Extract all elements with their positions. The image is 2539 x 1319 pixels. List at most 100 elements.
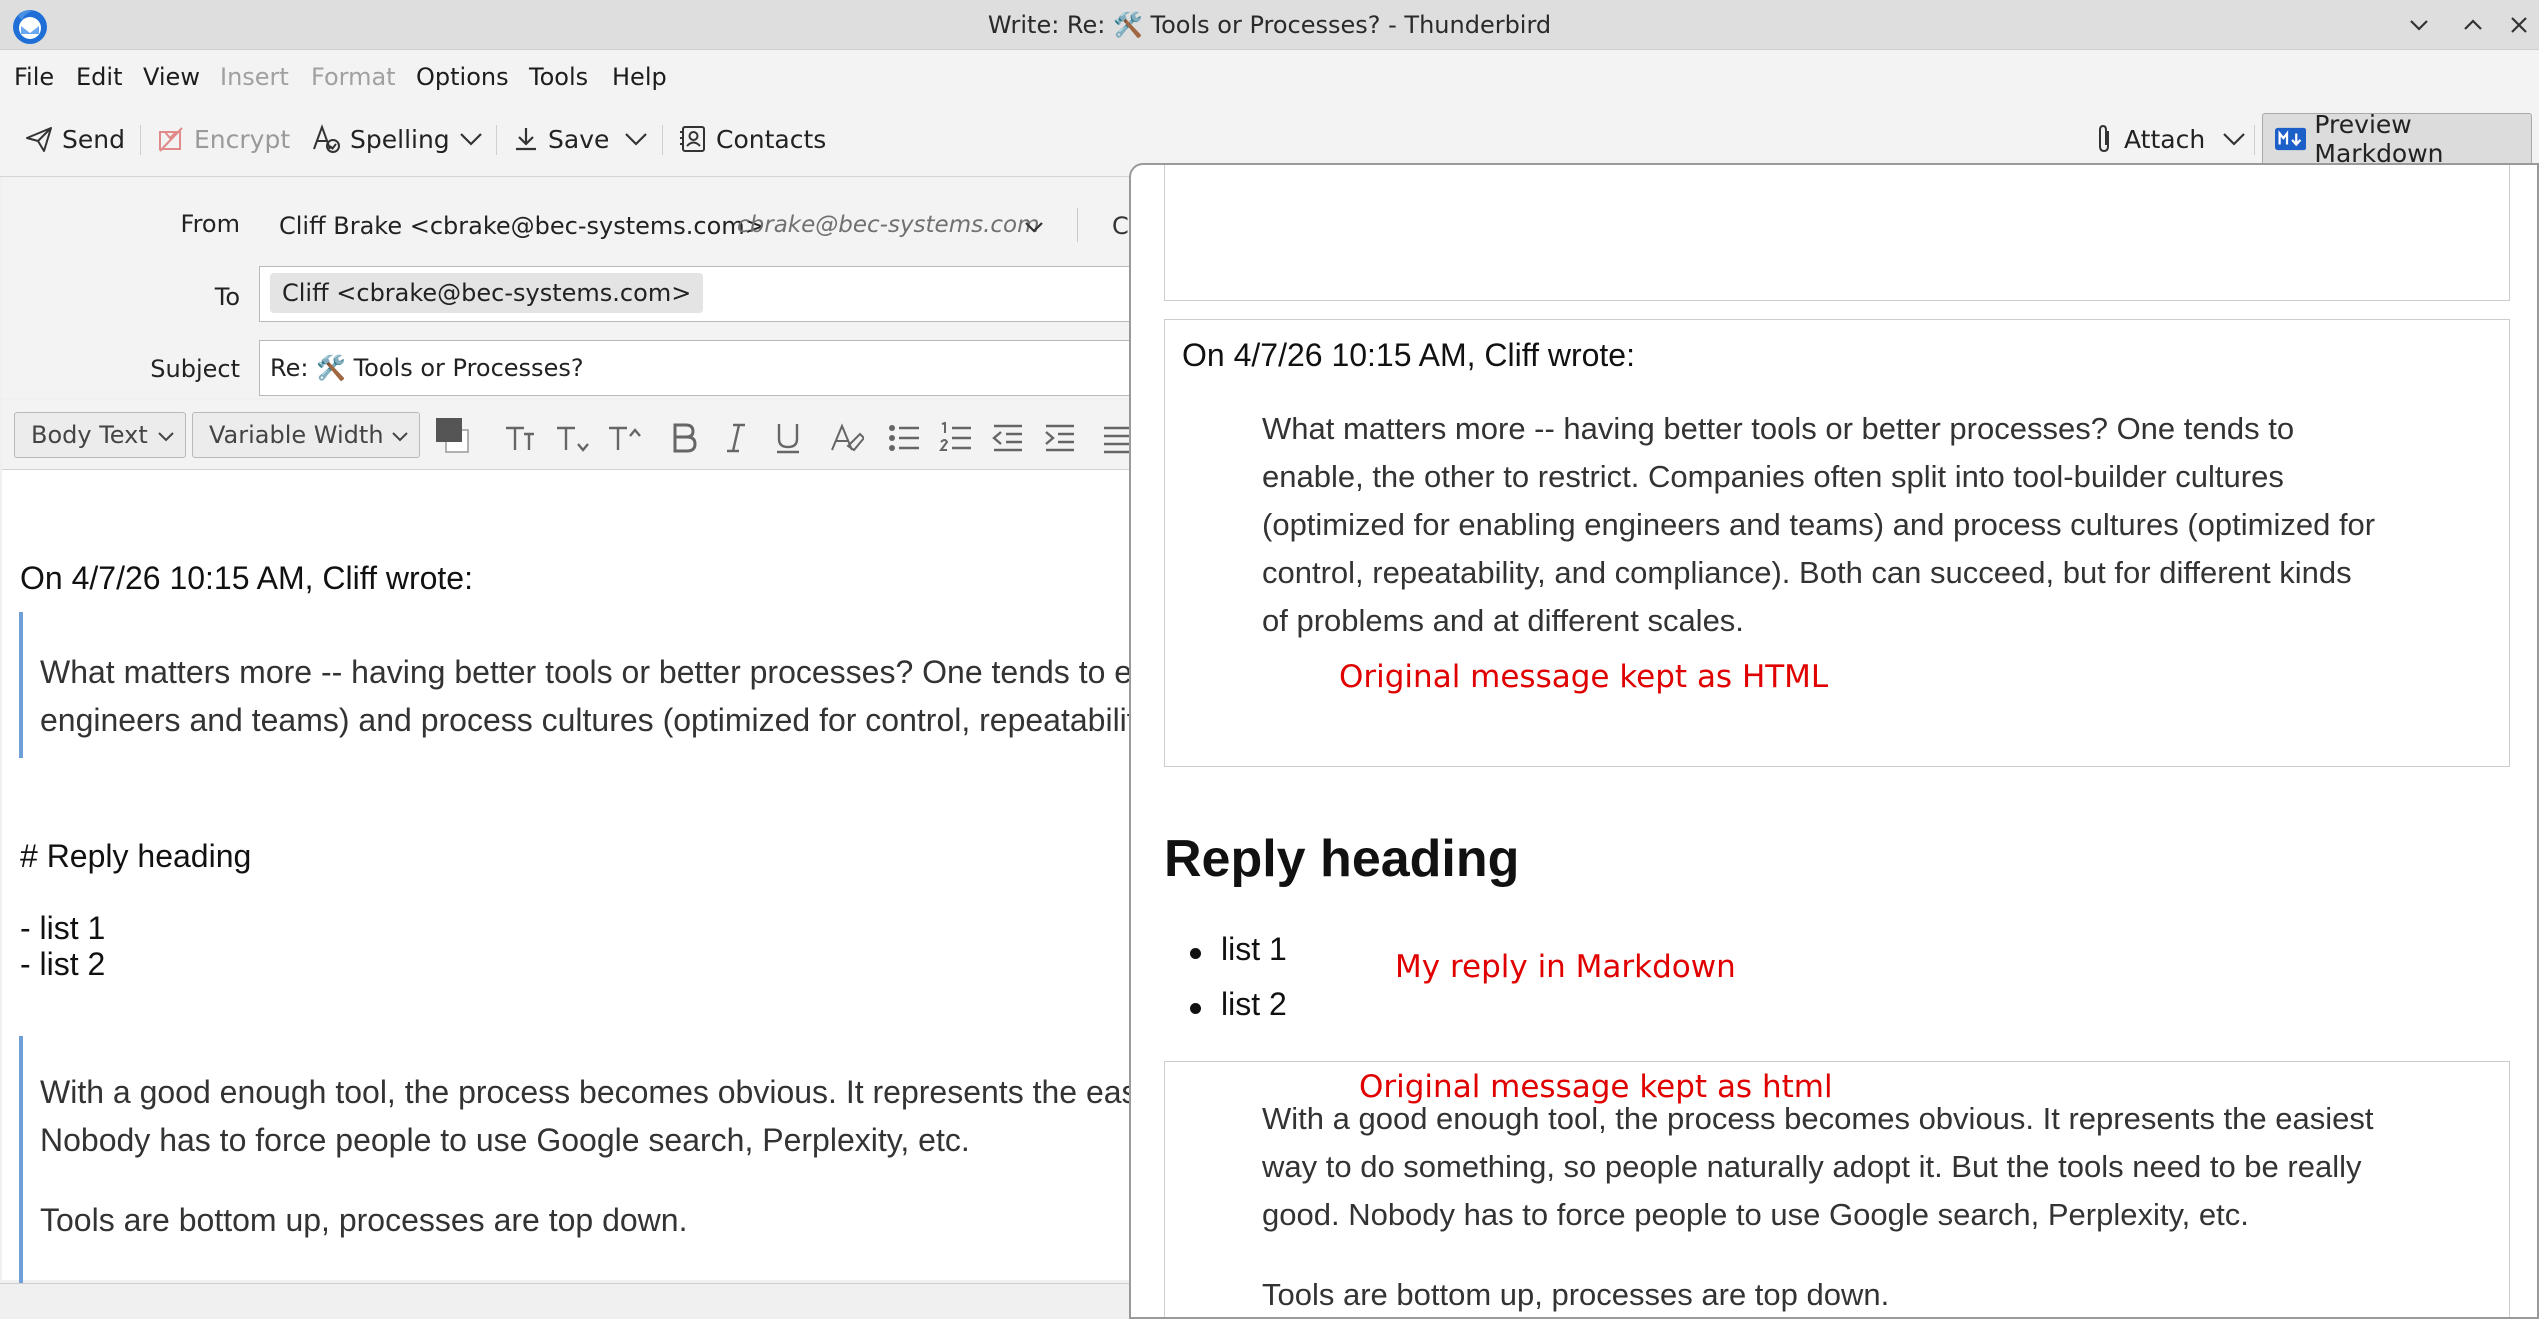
status-bar (0, 1283, 1132, 1319)
body-quote-line: What matters more -- having better tools… (40, 654, 1133, 690)
font-size-reset-icon[interactable] (502, 420, 538, 456)
preview-quote-line: enable, the other to restrict. Companies… (1262, 459, 2284, 494)
format-toolbar: Body Text Variable Width (2, 400, 1132, 470)
paperclip-icon (2099, 124, 2109, 153)
spelling-dropdown-icon[interactable] (455, 121, 487, 157)
markdown-preview-panel: On 4/7/26 10:15 AM, Cliff wrote: What ma… (1129, 163, 2539, 1319)
subject-input[interactable]: Re: 🛠️ Tools or Processes? (270, 354, 584, 382)
send-label: Send (62, 124, 125, 154)
preview-cite-line: On 4/7/26 10:15 AM, Cliff wrote: (1182, 337, 1635, 373)
menu-view[interactable]: View (143, 63, 200, 91)
window-title: Write: Re: 🛠️ Tools or Processes? - Thun… (987, 11, 1552, 39)
encrypt-label: Encrypt (194, 124, 291, 154)
attach-dropdown-icon[interactable] (2218, 121, 2250, 157)
smaller-font-icon[interactable] (554, 420, 590, 456)
menu-edit[interactable]: Edit (76, 63, 122, 91)
preview-quote-line: way to do something, so people naturally… (1262, 1149, 2362, 1184)
toolbar-divider (662, 125, 663, 155)
menu-help[interactable]: Help (612, 63, 667, 91)
contacts-icon (680, 126, 705, 152)
italic-icon[interactable] (718, 420, 754, 456)
bullet-list-icon[interactable] (886, 420, 922, 456)
outdent-icon[interactable] (990, 420, 1026, 456)
save-dropdown-icon[interactable] (620, 121, 652, 157)
from-identity: cbrake@bec-systems.com (737, 212, 1040, 238)
preview-quote-line: of problems and at different scales. (1262, 603, 1744, 638)
save-label: Save (548, 124, 610, 154)
contacts-button[interactable]: Contacts (678, 117, 826, 161)
body-quote-line: Nobody has to force people to use Google… (40, 1122, 970, 1158)
annotation-markdown-note: My reply in Markdown (1395, 949, 1736, 985)
annotation-html-note-2: Original message kept as html (1359, 1069, 1833, 1105)
body-markdown-list-item: - list 2 (20, 946, 106, 982)
recipient-pill[interactable]: Cliff <cbrake@bec-systems.com> (270, 273, 704, 313)
body-cite-line: On 4/7/26 10:15 AM, Cliff wrote: (20, 560, 473, 596)
list-bullet (1190, 1003, 1201, 1014)
chevron-down-icon (392, 432, 408, 442)
preview-quote-line: (optimized for enabling engineers and te… (1262, 507, 2376, 542)
preview-heading: Reply heading (1164, 830, 1520, 888)
menu-tools[interactable]: Tools (529, 63, 588, 91)
spelling-icon (313, 124, 340, 153)
to-label: To (214, 283, 240, 311)
underline-icon[interactable] (770, 420, 806, 456)
larger-font-icon[interactable] (606, 420, 642, 456)
from-select[interactable]: Cliff Brake <cbrake@bec-systems.com> (279, 212, 765, 240)
from-label: From (180, 210, 240, 238)
numbered-list-icon[interactable] (938, 420, 974, 456)
header-divider (1077, 208, 1078, 242)
preview-quote-line: What matters more -- having better tools… (1262, 411, 2295, 446)
font-select[interactable]: Variable Width (192, 412, 420, 458)
menu-format[interactable]: Format (311, 63, 396, 91)
save-button[interactable]: Save (512, 117, 609, 161)
minimize-icon[interactable] (2404, 10, 2434, 40)
attach-button[interactable]: Attach (2092, 117, 2205, 161)
title-bar: Write: Re: 🛠️ Tools or Processes? - Thun… (0, 0, 2539, 50)
font-value: Variable Width (209, 421, 384, 449)
chevron-down-icon (158, 432, 174, 442)
body-quote-line: Tools are bottom up, processes are top d… (40, 1202, 688, 1238)
toolbar-divider (496, 125, 497, 155)
menu-options[interactable]: Options (416, 63, 509, 91)
preview-list-item: list 1 (1221, 931, 1287, 967)
preview-markdown-label: Preview Markdown (2314, 110, 2444, 168)
quote-bar (19, 612, 23, 758)
preview-list-item: list 2 (1221, 986, 1287, 1022)
toolbar-divider (140, 125, 141, 155)
markdown-icon (2275, 127, 2307, 151)
cc-button-partial[interactable]: C (1112, 212, 1129, 240)
encrypt-icon (159, 127, 183, 152)
menu-insert[interactable]: Insert (220, 63, 289, 91)
send-button[interactable]: Send (24, 117, 125, 161)
preview-quote-line: good. Nobody has to force people to use … (1262, 1197, 2249, 1232)
save-icon (516, 128, 536, 151)
text-color-icon[interactable] (434, 414, 474, 458)
body-markdown-heading: # Reply heading (20, 838, 252, 874)
encrypt-button[interactable]: Encrypt (156, 117, 290, 161)
message-body-editor[interactable]: On 4/7/26 10:15 AM, Cliff wrote: What ma… (2, 470, 1138, 1286)
body-markdown-list-item: - list 1 (20, 910, 106, 946)
menu-file[interactable]: File (14, 63, 54, 91)
indent-icon[interactable] (1042, 420, 1078, 456)
clear-formatting-icon[interactable] (828, 420, 864, 456)
paragraph-style-value: Body Text (31, 421, 148, 449)
quote-bar (19, 1036, 23, 1286)
list-bullet (1190, 948, 1201, 959)
close-icon[interactable] (2504, 10, 2534, 40)
paragraph-style-select[interactable]: Body Text (14, 412, 186, 458)
menu-bar: File Edit View Insert Format Options Too… (0, 51, 2539, 101)
maximize-icon[interactable] (2458, 10, 2488, 40)
body-quote-line: engineers and teams) and process culture… (40, 702, 1136, 738)
toolbar-divider (2254, 125, 2255, 155)
annotation-html-note: Original message kept as HTML (1339, 659, 1829, 695)
contacts-label: Contacts (716, 124, 827, 154)
subject-label: Subject (150, 355, 240, 383)
bold-icon[interactable] (666, 420, 702, 456)
spelling-label: Spelling (350, 124, 450, 154)
attach-label: Attach (2124, 124, 2206, 154)
preview-markdown-button[interactable]: Preview Markdown (2262, 110, 2532, 168)
from-dropdown-icon[interactable] (1020, 213, 1048, 241)
spelling-button[interactable]: Spelling (310, 117, 450, 161)
preview-quote-line: Tools are bottom up, processes are top d… (1262, 1277, 1890, 1312)
send-icon (26, 127, 52, 152)
